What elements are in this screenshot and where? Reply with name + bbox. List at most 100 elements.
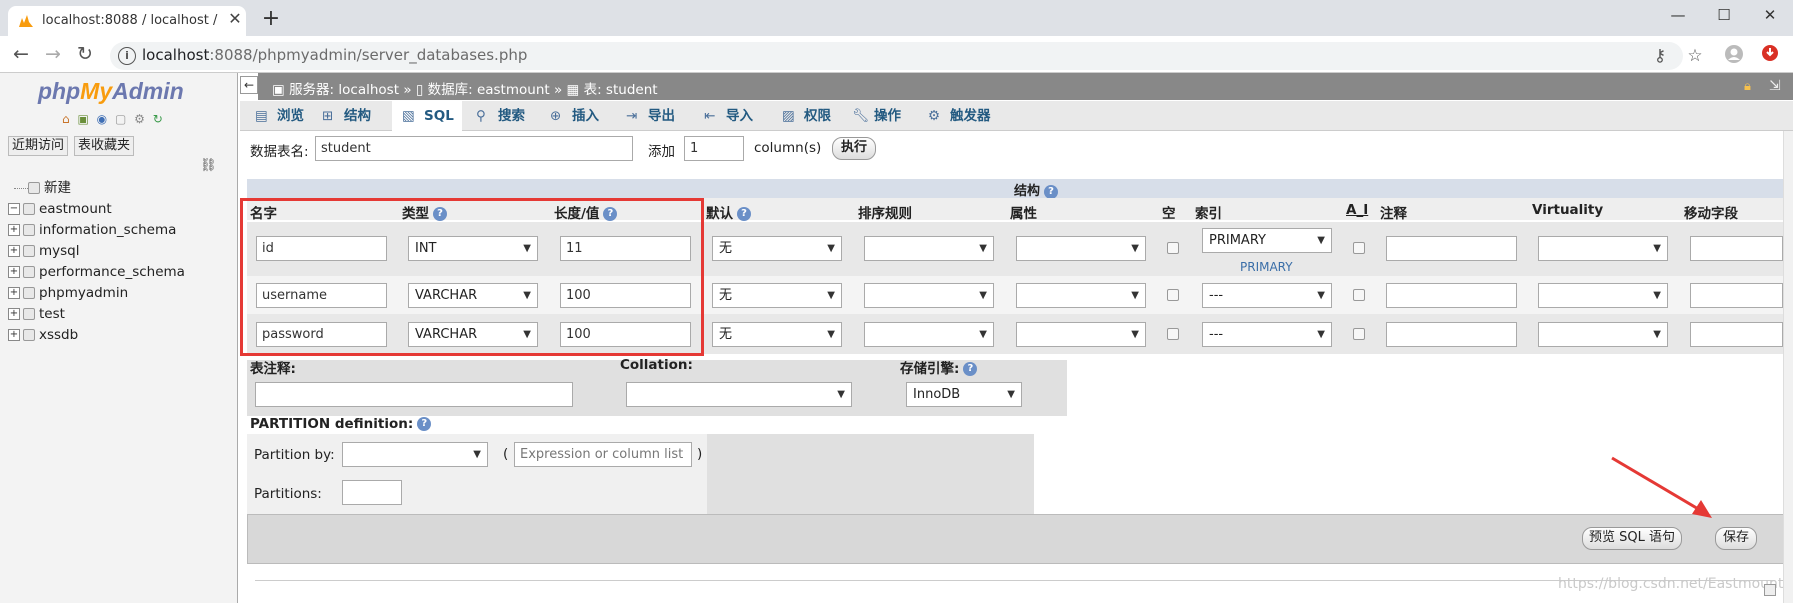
minimize-icon[interactable]: —: [1655, 0, 1701, 30]
partition-by-select[interactable]: ▼: [342, 442, 488, 467]
column-collation-select[interactable]: ▼: [864, 322, 994, 347]
help-icon[interactable]: ?: [1044, 184, 1059, 199]
column-null-checkbox[interactable]: [1167, 328, 1179, 340]
collapse-icon[interactable]: −: [8, 203, 20, 215]
collapse-nav-arrow-icon[interactable]: ←: [240, 76, 258, 94]
favorites-button[interactable]: 表收藏夹: [74, 136, 135, 156]
column-default-select[interactable]: 无 ▼: [712, 322, 842, 347]
console-toggle-icon[interactable]: [1764, 584, 1776, 596]
bookmark-star-icon[interactable]: ☆: [1683, 44, 1707, 68]
column-comment-input[interactable]: [1386, 283, 1517, 308]
extension-icon[interactable]: [1758, 44, 1782, 68]
column-default-select[interactable]: 无 ▼: [712, 236, 842, 261]
column-comment-input[interactable]: [1386, 322, 1517, 347]
table-name-input[interactable]: student: [315, 136, 633, 161]
move-column-select[interactable]: [1690, 322, 1783, 347]
help-icon[interactable]: ◉: [97, 112, 109, 126]
tab-triggers[interactable]: ⚙ 触发器: [918, 101, 1002, 131]
column-comment-input[interactable]: [1386, 236, 1517, 261]
vertical-scrollbar[interactable]: [1783, 131, 1793, 603]
column-virtuality-select[interactable]: ▼: [1538, 236, 1668, 261]
browser-tab[interactable]: localhost:8088 / localhost / ea ✕: [8, 6, 246, 36]
forward-arrow-icon[interactable]: →: [40, 41, 66, 67]
move-column-select[interactable]: [1690, 283, 1783, 308]
help-icon[interactable]: ?: [417, 417, 432, 431]
tab-sql[interactable]: ▧ SQL: [392, 101, 462, 131]
expand-icon[interactable]: +: [8, 224, 20, 236]
tab-close-icon[interactable]: ✕: [226, 10, 244, 28]
move-column-select[interactable]: [1690, 236, 1783, 261]
column-index-select[interactable]: --- ▼: [1202, 283, 1332, 308]
window-close-icon[interactable]: ✕: [1747, 0, 1793, 30]
tree-item-db[interactable]: + test: [8, 304, 65, 324]
tree-item-db[interactable]: − eastmount: [8, 199, 112, 219]
tree-item-db[interactable]: + performance_schema: [8, 262, 185, 282]
back-arrow-icon[interactable]: ←: [8, 41, 34, 67]
tab-operations[interactable]: 🔧︎ 操作: [842, 101, 916, 131]
url-text[interactable]: localhost:8088/phpmyadmin/server_databas…: [142, 46, 527, 64]
column-virtuality-select[interactable]: ▼: [1538, 283, 1668, 308]
settings-gear-icon[interactable]: ⚙: [134, 112, 147, 126]
help-icon[interactable]: ?: [963, 362, 978, 376]
column-null-checkbox[interactable]: [1167, 242, 1179, 254]
add-column-count-input[interactable]: 1: [684, 136, 744, 161]
partitions-count-input[interactable]: [342, 480, 402, 505]
breadcrumb-close-icon[interactable]: ⇲: [1769, 78, 1781, 94]
breadcrumb-server[interactable]: 服务器: localhost: [289, 82, 399, 98]
column-index-select[interactable]: PRIMARY ▼: [1202, 228, 1332, 253]
tab-export[interactable]: ⇥ 导出: [616, 101, 690, 131]
tree-item-db[interactable]: + xssdb: [8, 325, 78, 345]
tab-privileges[interactable]: ▨ 权限: [772, 101, 842, 131]
partition-expression-input[interactable]: Expression or column list: [514, 442, 692, 467]
recent-button[interactable]: 近期访问: [8, 136, 69, 156]
new-tab-plus-icon[interactable]: +: [258, 6, 284, 32]
column-attributes-select[interactable]: ▼: [1016, 283, 1146, 308]
column-collation-select[interactable]: ▼: [864, 283, 994, 308]
maximize-icon[interactable]: ☐: [1701, 0, 1747, 30]
column-auto-increment-checkbox[interactable]: [1353, 328, 1365, 340]
home-icon[interactable]: ⌂: [62, 112, 72, 126]
docs-icon[interactable]: ▢: [115, 112, 128, 126]
link-with-main-icon[interactable]: ⛓: [200, 158, 217, 173]
column-collation-select[interactable]: ▼: [864, 236, 994, 261]
logout-icon[interactable]: ▣: [77, 112, 90, 126]
tree-item-db[interactable]: + phpmyadmin: [8, 283, 128, 303]
breadcrumb-database[interactable]: 数据库: eastmount: [428, 82, 550, 98]
tab-structure[interactable]: ⊞ 结构: [312, 101, 380, 131]
expand-icon[interactable]: +: [8, 329, 20, 341]
table-comment-input[interactable]: [255, 382, 573, 407]
breadcrumb-table[interactable]: 表: student: [584, 82, 658, 98]
save-button[interactable]: 保存: [1715, 527, 1757, 550]
expand-icon[interactable]: +: [8, 266, 20, 278]
column-attributes-select[interactable]: ▼: [1016, 322, 1146, 347]
expand-icon[interactable]: +: [8, 308, 20, 320]
column-virtuality-select[interactable]: ▼: [1538, 322, 1668, 347]
tree-item-db[interactable]: + information_schema: [8, 220, 176, 240]
expand-icon[interactable]: +: [8, 245, 20, 257]
column-null-checkbox[interactable]: [1167, 289, 1179, 301]
phpmyadmin-logo[interactable]: phpMyAdmin: [38, 78, 184, 105]
storage-engine-select[interactable]: InnoDB ▼: [906, 382, 1022, 407]
column-attributes-select[interactable]: ▼: [1016, 236, 1146, 261]
tree-item-new[interactable]: 新建: [14, 178, 71, 198]
column-default-select[interactable]: 无 ▼: [712, 283, 842, 308]
expand-icon[interactable]: +: [8, 287, 20, 299]
tab-import[interactable]: ⇤ 导入: [694, 101, 768, 131]
preview-sql-button[interactable]: 预览 SQL 语句: [1582, 527, 1682, 550]
table-collation-select[interactable]: ▼: [626, 382, 852, 407]
site-info-icon[interactable]: i: [118, 47, 136, 65]
reload-nav-icon[interactable]: ↻: [153, 112, 165, 126]
tab-insert[interactable]: ⊕ 插入: [540, 101, 612, 131]
reload-icon[interactable]: ↻: [72, 41, 98, 67]
profile-avatar-icon[interactable]: [1722, 44, 1746, 68]
tree-item-db[interactable]: + mysql: [8, 241, 80, 261]
tab-search[interactable]: ⚲ 搜索: [466, 101, 536, 131]
column-auto-increment-checkbox[interactable]: [1353, 289, 1365, 301]
column-auto-increment-checkbox[interactable]: [1353, 242, 1365, 254]
tab-browse[interactable]: ▤ 浏览: [245, 101, 310, 131]
key-icon[interactable]: ⚷: [1648, 44, 1672, 68]
help-icon[interactable]: ?: [737, 207, 751, 221]
go-button[interactable]: 执行: [832, 137, 876, 160]
lock-icon[interactable]: 🔒︎: [1744, 79, 1751, 94]
column-index-select[interactable]: --- ▼: [1202, 322, 1332, 347]
